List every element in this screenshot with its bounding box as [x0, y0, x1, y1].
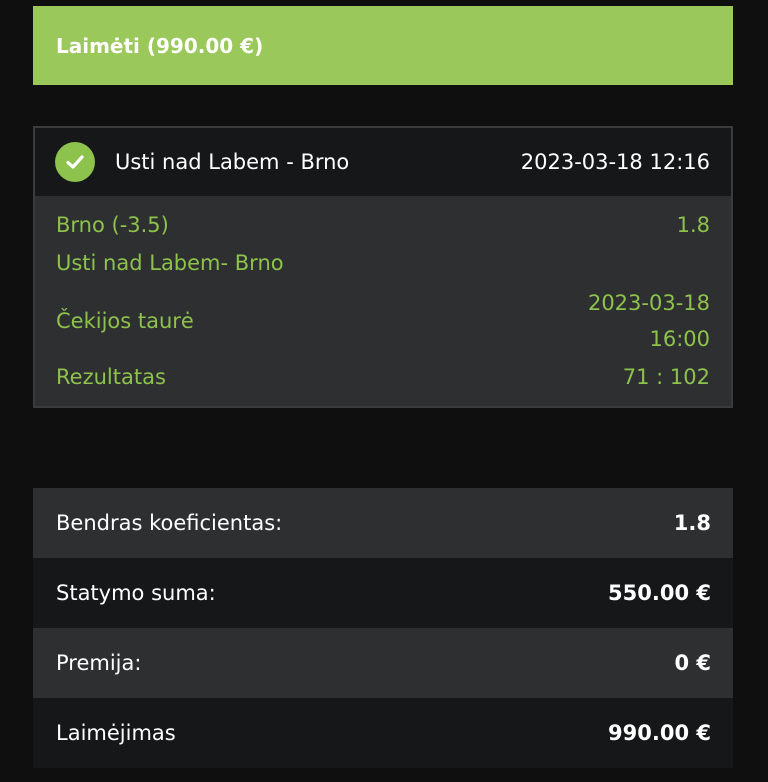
event-title: Usti nad Labem - Brno: [115, 150, 350, 174]
summary-row-bonus: Premija: 0 €: [33, 628, 733, 698]
match-name: Usti nad Labem- Brno: [56, 251, 284, 275]
status-banner: Laimėti (990.00 €): [33, 6, 733, 85]
status-banner-label: Laimėti (990.00 €): [56, 33, 264, 58]
summary-row-total-odds: Bendras koeficientas: 1.8: [33, 488, 733, 558]
summary-value: 990.00 €: [608, 721, 711, 745]
league-name: Čekijos taurė: [56, 309, 194, 333]
match-row: Usti nad Labem- Brno: [56, 240, 710, 286]
summary-value: 1.8: [673, 511, 711, 535]
summary-label: Premija:: [56, 651, 142, 675]
match-date: 2023-03-18: [587, 291, 710, 315]
summary-label: Laimėjimas: [56, 721, 176, 745]
summary-label: Bendras koeficientas:: [56, 511, 283, 535]
pick-odds: 1.8: [676, 213, 710, 237]
result-row: Rezultatas 71 : 102: [56, 356, 710, 398]
check-circle-icon: [55, 142, 95, 182]
summary-value: 0 €: [674, 651, 711, 675]
summary-row-stake: Statymo suma: 550.00 €: [33, 558, 733, 628]
event-details: Brno (-3.5) 1.8 Usti nad Labem- Brno Ček…: [35, 196, 731, 398]
event-card: Usti nad Labem - Brno 2023-03-18 12:16 B…: [33, 126, 733, 408]
summary-value: 550.00 €: [608, 581, 711, 605]
match-time: 16:00: [649, 327, 710, 351]
summary-label: Statymo suma:: [56, 581, 216, 605]
summary-row-winnings: Laimėjimas 990.00 €: [33, 698, 733, 768]
pick-label: Brno (-3.5): [56, 213, 169, 237]
league-row: Čekijos taurė 2023-03-18 16:00: [56, 286, 710, 356]
result-score: 71 : 102: [622, 365, 710, 389]
result-label: Rezultatas: [56, 365, 166, 389]
match-start: 2023-03-18 16:00: [588, 285, 710, 357]
pick-row: Brno (-3.5) 1.8: [56, 210, 710, 240]
bet-summary: Bendras koeficientas: 1.8 Statymo suma: …: [33, 488, 733, 768]
event-header: Usti nad Labem - Brno 2023-03-18 12:16: [35, 128, 731, 196]
event-datetime: 2023-03-18 12:16: [520, 150, 710, 174]
